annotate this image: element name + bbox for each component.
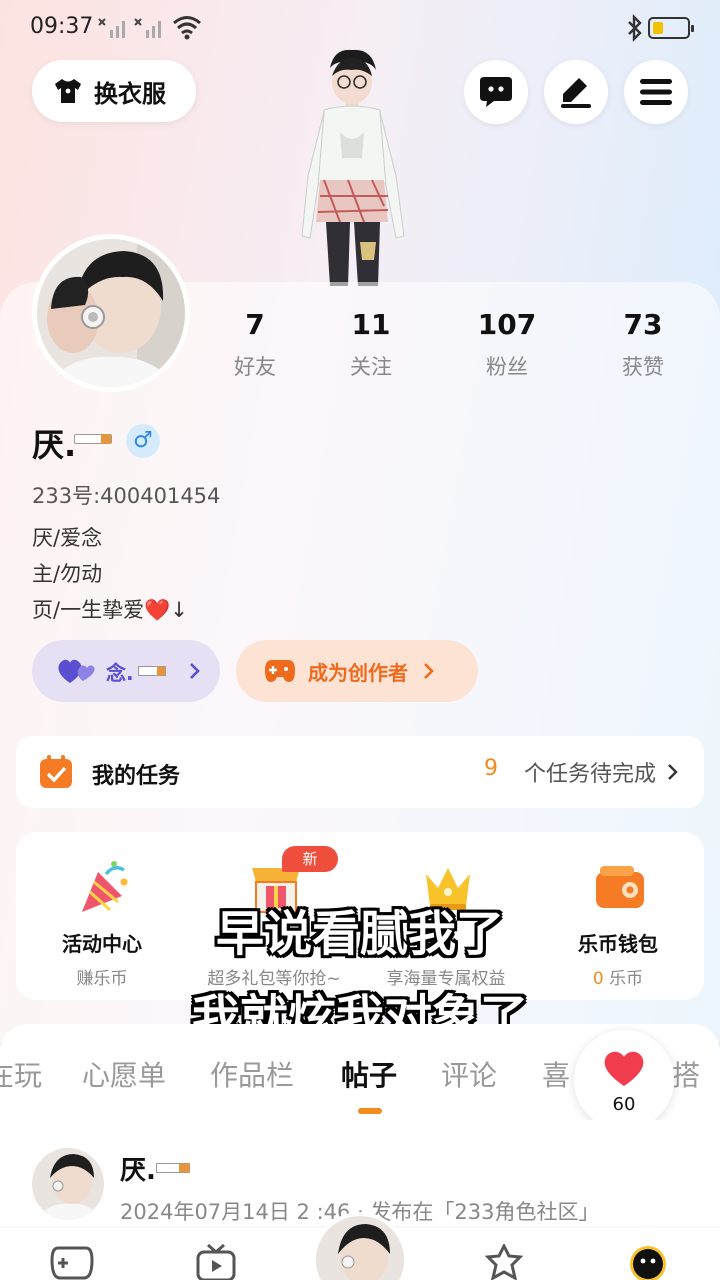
cigarette-emoji-icon (74, 434, 112, 444)
chat-button[interactable] (464, 60, 528, 124)
cigarette-emoji-icon (156, 1163, 190, 1173)
stat-label: 粉丝 (486, 355, 528, 379)
signal-off-icon (98, 18, 125, 38)
tab-outfits[interactable]: 搭 (672, 1054, 700, 1094)
pending-task-count: 9 (484, 756, 498, 781)
tab-likes[interactable]: 喜 (542, 1054, 570, 1094)
nav-community-icon[interactable] (482, 1244, 526, 1280)
edit-icon (561, 78, 591, 108)
pending-task-text: 个任务待完成 (524, 762, 657, 787)
battery-level (653, 22, 663, 34)
bio-line: 页/一生挚爱❤️↓ (32, 598, 188, 622)
fan-pill-label: 念. (106, 660, 134, 685)
battery-icon (648, 17, 694, 39)
shirt-icon (55, 79, 81, 103)
tab-works[interactable]: 作品栏 (210, 1054, 294, 1094)
change-outfit-button[interactable]: 换衣服 (32, 60, 196, 122)
stat-value: 73 (623, 308, 663, 341)
profile-stats: 7 好友 11 关注 107 粉丝 73 获赞 (200, 308, 710, 388)
nav-profile-icon[interactable] (626, 1244, 670, 1280)
cigarette-emoji-icon (137, 666, 166, 676)
active-tab-indicator (358, 1108, 382, 1114)
nav-games-icon[interactable] (50, 1244, 94, 1280)
fan-group-pill[interactable]: 念. (32, 640, 220, 702)
bio-line: 厌/爱念 (32, 526, 103, 550)
edit-profile-button[interactable] (544, 60, 608, 124)
user-id[interactable]: 233号:400401454 (32, 480, 220, 510)
change-outfit-label: 换衣服 (94, 79, 166, 108)
double-heart-icon (58, 659, 95, 683)
like-count: 60 (612, 1094, 636, 1115)
stat-value: 11 (351, 308, 391, 341)
tab-wishlist[interactable]: 心愿单 (82, 1054, 166, 1094)
nav-video-icon[interactable] (194, 1244, 238, 1280)
post-author-avatar[interactable] (32, 1148, 104, 1220)
nickname: 厌. (32, 426, 77, 464)
status-time: 09:37 (30, 14, 94, 39)
male-gender-icon: ♂ (126, 424, 160, 458)
gamepad-icon (265, 660, 295, 682)
creator-pill-label: 成为创作者 (308, 660, 408, 685)
chat-icon (480, 77, 512, 107)
stat-likes[interactable]: 73 获赞 (588, 308, 698, 381)
menu-button[interactable] (624, 60, 688, 124)
tab-playing[interactable]: 在玩 (0, 1054, 42, 1094)
tab-posts[interactable]: 帖子 (341, 1054, 397, 1094)
calendar-task-icon (40, 755, 72, 788)
stat-label: 获赞 (622, 355, 664, 379)
bluetooth-icon (628, 14, 642, 42)
stat-label: 关注 (350, 355, 392, 379)
stat-fans[interactable]: 107 粉丝 (452, 308, 562, 381)
tab-comments[interactable]: 评论 (441, 1054, 497, 1094)
my-tasks-card[interactable]: 我的任务 9 个任务待完成 (16, 736, 704, 808)
video-subtitle-line-1: 早说看腻我了 (215, 906, 504, 962)
chevron-right-icon (424, 663, 434, 679)
stat-following[interactable]: 11 关注 (316, 308, 426, 381)
post-author-name: 厌. (120, 1156, 156, 1186)
chevron-right-icon (668, 764, 678, 780)
wifi-icon (173, 16, 201, 40)
stat-value: 7 (245, 308, 265, 341)
my-tasks-title: 我的任务 (92, 764, 181, 789)
signal-off-icon (134, 18, 161, 38)
stat-label: 好友 (234, 355, 276, 379)
heart-icon (604, 1051, 644, 1086)
bio-line: 主/勿动 (32, 562, 103, 586)
stat-value: 107 (477, 308, 537, 341)
avatar[interactable] (32, 234, 190, 392)
menu-icon (640, 79, 672, 105)
stat-friends[interactable]: 7 好友 (200, 308, 310, 381)
chevron-right-icon (189, 663, 200, 679)
like-button[interactable]: 60 (574, 1030, 674, 1130)
become-creator-pill[interactable]: 成为创作者 (236, 640, 478, 702)
new-badge: 新 (282, 846, 338, 872)
avatar-3d-figure[interactable] (290, 46, 414, 286)
